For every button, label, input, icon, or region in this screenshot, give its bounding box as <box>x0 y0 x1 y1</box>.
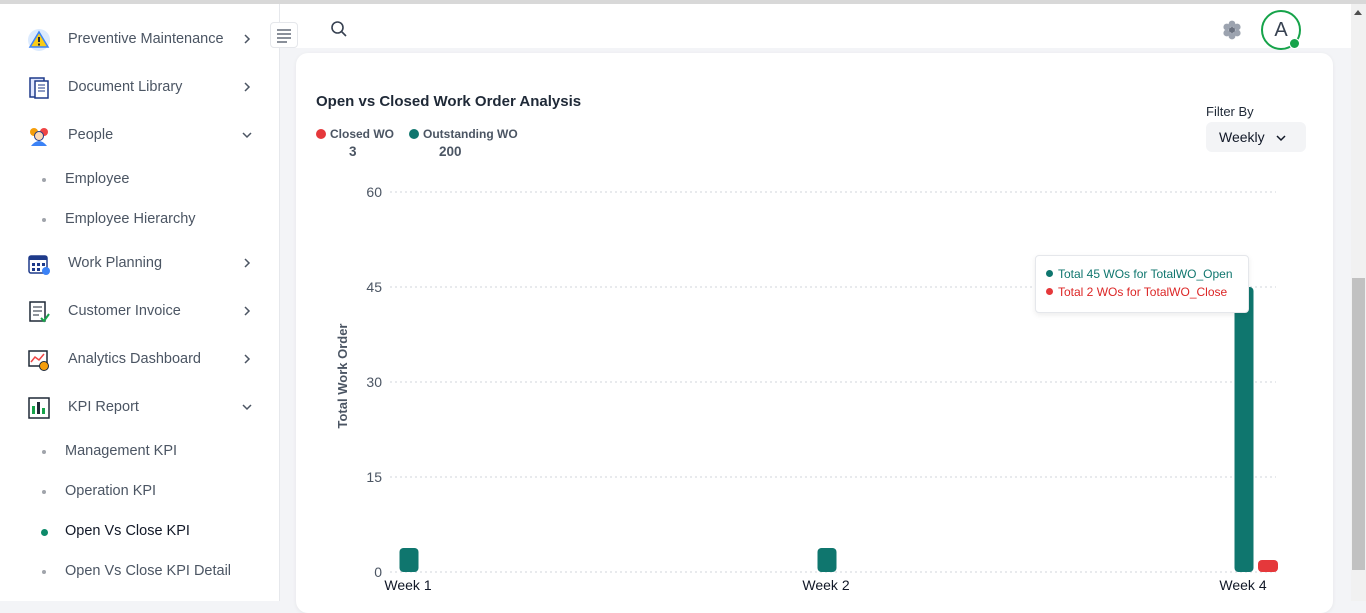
top-bar <box>280 4 1351 48</box>
bullet-dot <box>42 450 46 454</box>
tooltip-close-row: Total 2 WOs for TotalWO_Close <box>1046 285 1227 299</box>
y-axis-title: Total Work Order <box>335 324 350 429</box>
chevron-right-icon <box>244 354 251 364</box>
sidebar-item-label: Document Library <box>68 79 183 95</box>
scrollbar-thumb[interactable] <box>1352 278 1365 570</box>
chevron-right-icon <box>244 258 251 268</box>
sidebar-subitem-management-kpi[interactable]: Management KPI <box>0 434 279 470</box>
gear-icon[interactable] <box>1221 19 1243 41</box>
sidebar-toggle-button[interactable] <box>270 22 298 48</box>
bar-open <box>399 548 419 572</box>
sidebar-item-work-planning[interactable]: Work Planning <box>0 244 279 284</box>
sidebar-subitem-open-vs-close-kpi[interactable]: Open Vs Close KPI <box>0 514 279 550</box>
y-tick-label: 15 <box>366 469 382 485</box>
tooltip-open-row: Total 45 WOs for TotalWO_Open <box>1046 267 1233 281</box>
bullet-dot <box>42 178 46 182</box>
sidebar-subitem-employee[interactable]: Employee <box>0 162 279 198</box>
hamburger-menu-icon <box>277 29 291 43</box>
sidebar-item-preventive-maintenance[interactable]: Preventive Maintenance <box>0 20 279 60</box>
tooltip-dot-close <box>1046 288 1053 295</box>
bar-close <box>1258 560 1278 572</box>
legend-dot-closed <box>316 129 326 139</box>
sidebar-subitem-label: Employee Hierarchy <box>65 211 196 227</box>
document-icon <box>29 77 49 99</box>
chevron-right-icon <box>244 82 251 92</box>
analytics-icon <box>28 350 49 371</box>
scroll-up-arrow-icon[interactable] <box>1354 10 1362 15</box>
sidebar-item-customer-invoice[interactable]: Customer Invoice <box>0 292 279 332</box>
tooltip-open-text: Total 45 WOs for TotalWO_Open <box>1058 267 1233 281</box>
chevron-down-icon <box>1276 135 1286 142</box>
sidebar-subitem-label: Operation KPI <box>65 483 157 499</box>
y-tick-label: 0 <box>374 564 382 580</box>
bar-open <box>1234 287 1254 572</box>
legend-dot-outstanding <box>409 129 419 139</box>
legend-label-outstanding: Outstanding WO <box>423 127 518 141</box>
filter-selected-value: Weekly <box>1219 129 1265 145</box>
tooltip-dot-open <box>1046 270 1053 277</box>
sidebar: Preventive Maintenance Document Library … <box>0 4 280 601</box>
tooltip-close-text: Total 2 WOs for TotalWO_Close <box>1058 285 1228 299</box>
sidebar-subitem-label: Open Vs Close KPI Detail <box>65 563 232 579</box>
sidebar-item-label: Customer Invoice <box>68 303 181 319</box>
legend-label-closed: Closed WO <box>330 127 395 141</box>
sidebar-subitem-label: Employee <box>65 171 130 187</box>
sidebar-subitem-open-vs-close-kpi-detail[interactable]: Open Vs Close KPI Detail <box>0 554 279 590</box>
bullet-dot <box>42 490 46 494</box>
chevron-down-icon <box>242 132 252 139</box>
invoice-icon <box>29 301 50 323</box>
sidebar-item-document-library[interactable]: Document Library <box>0 68 279 108</box>
bullet-dot <box>42 570 46 574</box>
sidebar-item-kpi-report[interactable]: KPI Report <box>0 388 279 428</box>
sidebar-item-analytics-dashboard[interactable]: Analytics Dashboard <box>0 340 279 380</box>
card-title: Open vs Closed Work Order Analysis <box>316 93 582 110</box>
sidebar-subitem-label: Open Vs Close KPI <box>65 523 190 539</box>
sidebar-subitem-employee-hierarchy[interactable]: Employee Hierarchy <box>0 202 279 238</box>
online-status-dot <box>1289 38 1300 49</box>
sidebar-item-label: Work Planning <box>68 255 163 271</box>
people-icon <box>30 128 48 146</box>
sidebar-item-label: Preventive Maintenance <box>68 31 224 47</box>
chevron-right-icon <box>244 306 251 316</box>
chevron-right-icon <box>244 34 251 44</box>
y-tick-label: 60 <box>366 184 382 200</box>
y-tick-label: 45 <box>366 279 382 295</box>
x-tick-label: Week 1 <box>384 577 431 593</box>
active-bullet-dot <box>41 529 48 536</box>
filter-dropdown[interactable]: Weekly <box>1206 122 1306 152</box>
x-tick-label: Week 4 <box>1219 577 1266 593</box>
legend-value-closed: 3 <box>349 144 357 159</box>
sidebar-subitem-label: Management KPI <box>65 443 178 459</box>
warning-triangle-icon <box>28 29 50 51</box>
calendar-icon <box>28 255 50 275</box>
legend-value-outstanding: 200 <box>439 144 462 159</box>
y-tick-label: 30 <box>366 374 382 390</box>
sidebar-subitem-operation-kpi[interactable]: Operation KPI <box>0 474 279 510</box>
sidebar-item-people[interactable]: People <box>0 116 279 156</box>
kpi-report-icon <box>28 397 50 419</box>
bar-open <box>817 548 837 572</box>
sidebar-item-label: People <box>68 127 114 143</box>
sidebar-item-label: KPI Report <box>68 399 139 415</box>
chevron-down-icon <box>242 404 252 411</box>
search-icon[interactable] <box>330 20 348 38</box>
bar-chart: 0 15 30 45 60 Total Work Order Week 1 Week 2 Wee… <box>335 184 1278 593</box>
chart-tooltip: Total 45 WOs for TotalWO_Open Total 2 WO… <box>1035 255 1249 313</box>
x-tick-label: Week 2 <box>802 577 849 593</box>
sidebar-item-label: Analytics Dashboard <box>68 351 201 367</box>
bullet-dot <box>42 218 46 222</box>
filter-label: Filter By <box>1206 104 1254 119</box>
